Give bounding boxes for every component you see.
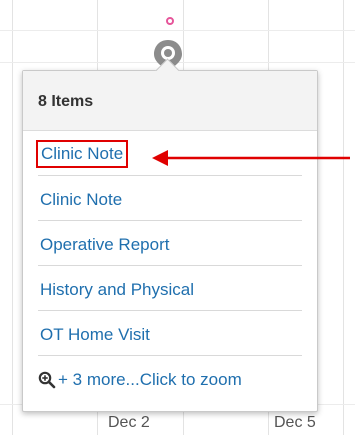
zoom-more-link[interactable]: + 3 more...Click to zoom bbox=[38, 370, 242, 390]
grid-line bbox=[12, 0, 13, 435]
item-link-history-and-physical[interactable]: History and Physical bbox=[40, 280, 194, 300]
list-item: History and Physical bbox=[38, 266, 302, 311]
list-item: OT Home Visit bbox=[38, 311, 302, 356]
zoom-in-icon bbox=[38, 371, 56, 389]
item-link-clinic-note-1[interactable]: Clinic Note bbox=[35, 140, 129, 168]
zoom-more-label: + 3 more...Click to zoom bbox=[58, 370, 242, 389]
grid-line bbox=[0, 30, 355, 31]
axis-label-dec-5: Dec 5 bbox=[274, 414, 316, 431]
item-link-ot-home-visit[interactable]: OT Home Visit bbox=[40, 325, 150, 345]
popover-title: 8 Items bbox=[38, 93, 94, 110]
list-item: Operative Report bbox=[38, 221, 302, 266]
items-popover: 8 Items Clinic Note Clinic Note Operativ… bbox=[22, 58, 318, 412]
popover-item-list: Clinic Note Clinic Note Operative Report… bbox=[23, 131, 317, 402]
annotation-arrow bbox=[150, 146, 355, 170]
grid-line bbox=[343, 0, 344, 435]
list-item: Clinic Note bbox=[38, 176, 302, 221]
item-link-operative-report[interactable]: Operative Report bbox=[40, 235, 169, 255]
event-marker-icon[interactable] bbox=[166, 17, 174, 25]
axis-label-dec-2: Dec 2 bbox=[108, 414, 150, 431]
more-row: + 3 more...Click to zoom bbox=[38, 356, 302, 402]
item-link-clinic-note-2[interactable]: Clinic Note bbox=[40, 190, 122, 210]
popover-header: 8 Items bbox=[23, 71, 317, 131]
